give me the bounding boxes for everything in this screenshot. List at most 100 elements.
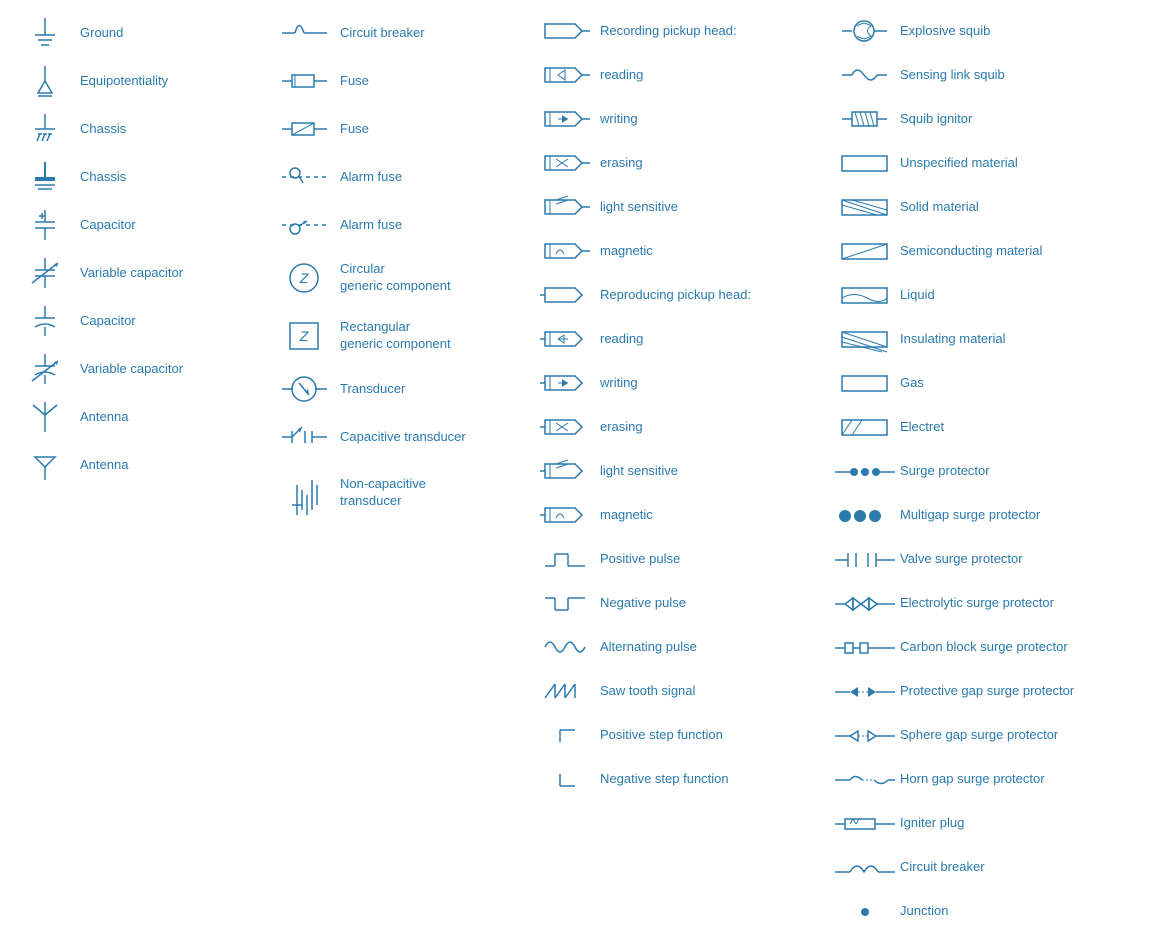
item-variable-capacitor2: Variable capacitor bbox=[15, 346, 275, 392]
symbol-alternating-pulse bbox=[537, 632, 592, 662]
item-solid-material: Solid material bbox=[835, 186, 1163, 228]
symbol-variable-capacitor bbox=[17, 253, 72, 293]
symbol-variable-capacitor2 bbox=[17, 349, 72, 389]
item-positive-pulse: Positive pulse bbox=[535, 538, 835, 580]
item-ground: Ground bbox=[15, 10, 275, 56]
label-light-sensitive2: light sensitive bbox=[600, 463, 678, 480]
label-negative-step: Negative step function bbox=[600, 771, 729, 788]
symbol-erasing1 bbox=[537, 148, 592, 178]
label-gas: Gas bbox=[900, 375, 924, 392]
label-circular-generic: Circular generic component bbox=[340, 261, 451, 295]
item-alarm-fuse1: Alarm fuse bbox=[275, 154, 535, 200]
item-erasing2: erasing bbox=[535, 406, 835, 448]
symbol-reading1 bbox=[537, 60, 592, 90]
symbol-light-sensitive2 bbox=[537, 456, 592, 486]
label-positive-step: Positive step function bbox=[600, 727, 723, 744]
symbol-multigap-surge-protector bbox=[837, 503, 892, 528]
label-valve-surge-protector: Valve surge protector bbox=[900, 551, 1023, 568]
label-surge-protector: Surge protector bbox=[900, 463, 990, 480]
item-surge-protector: Surge protector bbox=[835, 450, 1163, 492]
symbol-rectangular-generic: Z bbox=[277, 311, 332, 361]
symbol-non-capacitive-transducer bbox=[277, 465, 332, 520]
item-recording-head: Recording pickup head: bbox=[535, 10, 835, 52]
label-chassis1: Chassis bbox=[80, 121, 126, 138]
col3: Recording pickup head: reading bbox=[535, 10, 835, 932]
label-antenna2: Antenna bbox=[80, 457, 128, 474]
symbol-semiconducting-material bbox=[837, 239, 892, 264]
item-circuit-breaker: Circuit breaker bbox=[275, 10, 535, 56]
item-chassis2: Chassis bbox=[15, 154, 275, 200]
symbol-sphere-gap bbox=[837, 723, 892, 748]
label-recording-head: Recording pickup head: bbox=[600, 23, 737, 40]
label-rectangular-generic: Rectangular generic component bbox=[340, 319, 451, 353]
symbol-unspecified-material bbox=[837, 151, 892, 176]
item-igniter-plug: Igniter plug bbox=[835, 802, 1163, 844]
label-electrolytic-surge-protector: Electrolytic surge protector bbox=[900, 595, 1054, 612]
symbol-explosive-squib bbox=[837, 16, 892, 46]
label-carbon-block: Carbon block surge protector bbox=[900, 639, 1068, 656]
item-fuse1: Fuse bbox=[275, 58, 535, 104]
symbol-fuse1 bbox=[277, 61, 332, 101]
label-fuse2: Fuse bbox=[340, 121, 369, 138]
label-reproducing-head: Reproducing pickup head: bbox=[600, 287, 751, 304]
label-capacitor2: Capacitor bbox=[80, 313, 136, 330]
symbol-electrolytic-surge-protector bbox=[837, 591, 892, 616]
item-non-capacitive-transducer: Non-capacitive transducer bbox=[275, 462, 535, 523]
symbol-protective-gap bbox=[837, 679, 892, 704]
item-variable-capacitor: Variable capacitor bbox=[15, 250, 275, 296]
symbol-reading2 bbox=[537, 324, 592, 354]
label-magnetic1: magnetic bbox=[600, 243, 653, 260]
label-reading1: reading bbox=[600, 67, 643, 84]
label-capacitor: Capacitor bbox=[80, 217, 136, 234]
label-electret: Electret bbox=[900, 419, 944, 436]
label-magnetic2: magnetic bbox=[600, 507, 653, 524]
symbol-capacitive-transducer bbox=[277, 417, 332, 457]
item-magnetic2: magnetic bbox=[535, 494, 835, 536]
symbol-insulating-material bbox=[837, 327, 892, 352]
symbol-reproducing-head bbox=[537, 280, 592, 310]
label-fuse1: Fuse bbox=[340, 73, 369, 90]
item-sphere-gap: Sphere gap surge protector bbox=[835, 714, 1163, 756]
item-alarm-fuse2: Alarm fuse bbox=[275, 202, 535, 248]
item-circular-generic: Z Circular generic component bbox=[275, 250, 535, 306]
item-negative-pulse: Negative pulse bbox=[535, 582, 835, 624]
label-liquid: Liquid bbox=[900, 287, 935, 304]
svg-text:Z: Z bbox=[299, 270, 309, 286]
item-multigap-surge-protector: Multigap surge protector bbox=[835, 494, 1163, 536]
item-antenna2: Antenna bbox=[15, 442, 275, 488]
label-erasing2: erasing bbox=[600, 419, 643, 436]
symbol-circuit-breaker2 bbox=[837, 852, 892, 882]
symbol-magnetic2 bbox=[537, 500, 592, 530]
label-ground: Ground bbox=[80, 25, 123, 42]
svg-text:Z: Z bbox=[299, 328, 309, 344]
item-valve-surge-protector: Valve surge protector bbox=[835, 538, 1163, 580]
symbol-surge-protector bbox=[837, 459, 892, 484]
symbol-light-sensitive1 bbox=[537, 192, 592, 222]
label-solid-material: Solid material bbox=[900, 199, 979, 216]
label-protective-gap: Protective gap surge protector bbox=[900, 683, 1074, 700]
label-circuit-breaker: Circuit breaker bbox=[340, 25, 425, 42]
label-horn-gap: Horn gap surge protector bbox=[900, 771, 1045, 788]
symbol-carbon-block bbox=[837, 635, 892, 660]
label-antenna1: Antenna bbox=[80, 409, 128, 426]
label-alarm-fuse1: Alarm fuse bbox=[340, 169, 402, 186]
label-writing1: writing bbox=[600, 111, 638, 128]
item-electret: Electret bbox=[835, 406, 1163, 448]
label-capacitive-transducer: Capacitive transducer bbox=[340, 429, 466, 446]
item-reproducing-head: Reproducing pickup head: bbox=[535, 274, 835, 316]
symbol-alarm-fuse2 bbox=[277, 205, 332, 245]
item-writing2: writing bbox=[535, 362, 835, 404]
label-chassis2: Chassis bbox=[80, 169, 126, 186]
symbol-negative-pulse bbox=[537, 588, 592, 618]
label-light-sensitive1: light sensitive bbox=[600, 199, 678, 216]
symbol-fuse2 bbox=[277, 109, 332, 149]
label-sensing-link-squib: Sensing link squib bbox=[900, 67, 1005, 84]
symbol-equipotentiality bbox=[17, 61, 72, 101]
label-transducer: Transducer bbox=[340, 381, 405, 398]
item-saw-tooth: Saw tooth signal bbox=[535, 670, 835, 712]
symbol-antenna1 bbox=[17, 397, 72, 437]
item-reading1: reading bbox=[535, 54, 835, 96]
symbol-recording-head bbox=[537, 16, 592, 46]
item-carbon-block: Carbon block surge protector bbox=[835, 626, 1163, 668]
item-junction: Junction bbox=[835, 890, 1163, 932]
